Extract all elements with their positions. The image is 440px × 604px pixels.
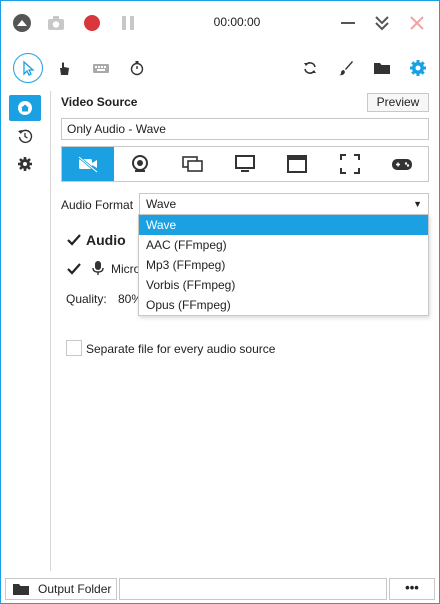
keystrokes-toggle[interactable] <box>86 53 116 83</box>
window-icon <box>287 155 308 173</box>
toolbar <box>1 49 439 87</box>
source-no-video[interactable] <box>62 147 115 181</box>
bottom-bar: Output Folder ••• <box>5 578 435 600</box>
audio-format-dropdown: Wave AAC (FFmpeg) Mp3 (FFmpeg) Vorbis (F… <box>138 214 429 316</box>
mouse-clicks-toggle[interactable] <box>49 53 79 83</box>
audio-format-select[interactable]: Wave ▼ <box>139 193 429 215</box>
camera-icon <box>48 16 64 30</box>
keyboard-icon <box>93 64 109 73</box>
settings-icon <box>18 157 32 171</box>
nav-settings[interactable] <box>9 151 41 177</box>
video-off-icon <box>78 156 98 173</box>
screenshot-button[interactable] <box>45 12 67 34</box>
video-source-selector <box>61 146 429 182</box>
timer-toggle[interactable] <box>122 53 152 83</box>
record-icon <box>84 15 100 31</box>
gear-icon <box>410 60 426 76</box>
video-source-title: Video Source <box>61 95 138 109</box>
audio-enabled-checkbox[interactable] <box>66 232 82 248</box>
format-option-aac[interactable]: AAC (FFmpeg) <box>139 235 428 255</box>
app-window: 00:00:00 Video Source Preview Only Audio… <box>0 0 440 604</box>
history-icon <box>18 129 33 143</box>
close-button[interactable] <box>406 12 428 34</box>
stopwatch-icon <box>130 61 144 76</box>
cursor-icon <box>23 60 35 76</box>
separate-file-label: Separate file for every audio source <box>86 342 276 356</box>
audio-format-selected: Wave <box>146 197 177 211</box>
chevron-down-icon: ▼ <box>413 199 422 209</box>
pause-button[interactable] <box>117 12 139 34</box>
preview-button[interactable]: Preview <box>367 93 429 112</box>
recording-timer: 00:00:00 <box>213 15 261 29</box>
region-icon <box>339 154 360 174</box>
format-option-wave[interactable]: Wave <box>139 215 428 235</box>
source-webcam[interactable] <box>114 147 166 181</box>
output-path-field[interactable] <box>119 578 387 600</box>
video-source-field[interactable]: Only Audio - Wave <box>61 118 429 140</box>
chevron-up-circle-icon <box>13 14 31 32</box>
separate-file-checkbox[interactable] <box>66 340 82 356</box>
refresh-icon <box>304 62 316 74</box>
source-multiple-screens[interactable] <box>167 147 219 181</box>
more-options-button[interactable]: ••• <box>389 578 435 600</box>
gamepad-icon <box>391 159 412 170</box>
monitor-icon <box>234 155 255 172</box>
folder-icon <box>374 63 390 74</box>
audio-section-title: Audio <box>86 232 126 248</box>
nav-home[interactable] <box>9 95 41 121</box>
settings-button[interactable] <box>403 53 433 83</box>
brush-icon <box>339 61 353 76</box>
pause-icon <box>122 16 134 30</box>
minimize-to-tray-button[interactable] <box>371 12 393 34</box>
side-navigation <box>1 91 51 571</box>
microphone-label: Micro <box>111 262 141 276</box>
multi-screen-icon <box>181 156 203 172</box>
menu-collapse-button[interactable] <box>11 12 33 34</box>
source-screen[interactable] <box>219 147 271 181</box>
folder-icon <box>13 584 29 595</box>
audio-format-label: Audio Format <box>61 198 134 212</box>
source-game[interactable] <box>376 147 428 181</box>
source-window[interactable] <box>271 147 323 181</box>
webcam-icon <box>132 155 149 172</box>
minimize-icon <box>341 22 355 24</box>
microphone-icon <box>92 261 104 275</box>
format-option-opus[interactable]: Opus (FFmpeg) <box>139 295 428 315</box>
output-folder-button[interactable] <box>367 53 397 83</box>
refresh-button[interactable] <box>295 53 325 83</box>
source-region[interactable] <box>323 147 375 181</box>
format-option-mp3[interactable]: Mp3 (FFmpeg) <box>139 255 428 275</box>
record-button[interactable] <box>81 12 103 34</box>
include-cursor-toggle[interactable] <box>13 53 43 83</box>
minimize-button[interactable] <box>337 12 359 34</box>
output-folder-button-bottom[interactable]: Output Folder <box>5 578 117 600</box>
hand-icon <box>60 62 69 75</box>
annotate-button[interactable] <box>331 53 361 83</box>
nav-history[interactable] <box>9 123 41 149</box>
quality-label: Quality: <box>66 292 107 306</box>
home-icon <box>18 101 32 115</box>
double-chevron-down-icon <box>375 16 389 31</box>
title-bar: 00:00:00 <box>1 1 439 45</box>
format-option-vorbis[interactable]: Vorbis (FFmpeg) <box>139 275 428 295</box>
microphone-checkbox[interactable] <box>66 261 82 277</box>
output-folder-label: Output Folder <box>38 582 112 596</box>
close-icon <box>410 16 424 30</box>
